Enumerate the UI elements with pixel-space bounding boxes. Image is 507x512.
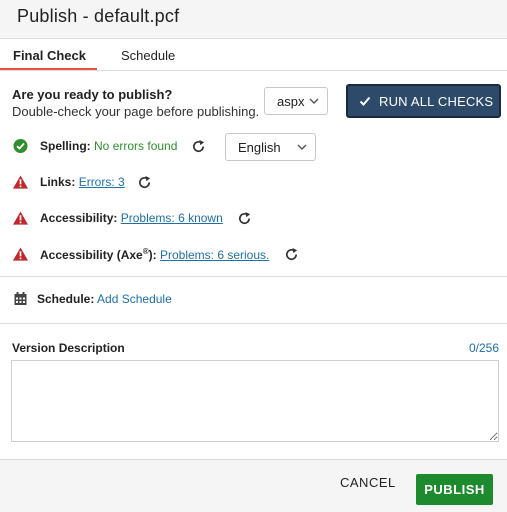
checkmark-icon xyxy=(359,96,371,106)
schedule-label: Schedule: xyxy=(37,292,95,306)
refresh-icon[interactable] xyxy=(191,139,206,154)
run-all-checks-label: RUN ALL CHECKS xyxy=(379,94,494,109)
warning-triangle-icon xyxy=(13,175,28,189)
active-tab-indicator xyxy=(0,68,97,70)
version-description-label: Version Description xyxy=(12,341,125,355)
links-label: Links: xyxy=(40,175,76,189)
extension-select[interactable]: aspx xyxy=(264,87,328,115)
refresh-icon[interactable] xyxy=(137,175,152,190)
language-select[interactable]: English xyxy=(225,133,316,161)
refresh-icon[interactable] xyxy=(237,211,252,226)
add-schedule-link[interactable]: Add Schedule xyxy=(97,292,172,306)
ready-question: Are you ready to publish? xyxy=(12,87,173,102)
warning-triangle-icon xyxy=(13,247,28,261)
refresh-icon[interactable] xyxy=(284,247,299,262)
spelling-result: No errors found xyxy=(94,139,178,153)
divider xyxy=(0,276,507,277)
calendar-icon xyxy=(14,292,27,305)
version-description-input[interactable] xyxy=(11,360,499,442)
warning-triangle-icon xyxy=(13,211,28,225)
axe-result-link[interactable]: Problems: 6 serious. xyxy=(160,248,269,262)
accessibility-label: Accessibility: xyxy=(40,211,118,225)
chevron-down-icon xyxy=(297,144,307,150)
language-select-value: English xyxy=(238,140,281,155)
divider xyxy=(0,323,507,324)
cancel-button[interactable]: CANCEL xyxy=(340,475,396,490)
publish-button[interactable]: PUBLISH xyxy=(416,474,493,505)
tab-final-check[interactable]: Final Check xyxy=(13,48,86,63)
tab-bar: Final Check Schedule xyxy=(0,39,507,71)
links-result-link[interactable]: Errors: 3 xyxy=(79,175,125,189)
character-count: 0/256 xyxy=(468,341,499,355)
tab-schedule[interactable]: Schedule xyxy=(121,48,175,63)
chevron-down-icon xyxy=(309,98,319,104)
dialog-header: Publish - default.pcf xyxy=(0,0,507,39)
accessibility-result-link[interactable]: Problems: 6 known xyxy=(121,211,223,225)
extension-select-value: aspx xyxy=(277,94,305,109)
dialog-title: Publish - default.pcf xyxy=(17,6,180,26)
dialog-footer: CANCEL PUBLISH xyxy=(0,459,507,512)
check-circle-icon xyxy=(13,139,28,153)
ready-subtitle: Double-check your page before publishing… xyxy=(12,104,260,119)
axe-label-text: Accessibility (Axe xyxy=(40,248,143,262)
axe-label: Accessibility (Axe®): xyxy=(40,247,157,262)
axe-label-suffix: ): xyxy=(148,248,157,262)
spelling-label: Spelling: xyxy=(40,139,91,153)
run-all-checks-button[interactable]: RUN ALL CHECKS xyxy=(346,84,501,118)
